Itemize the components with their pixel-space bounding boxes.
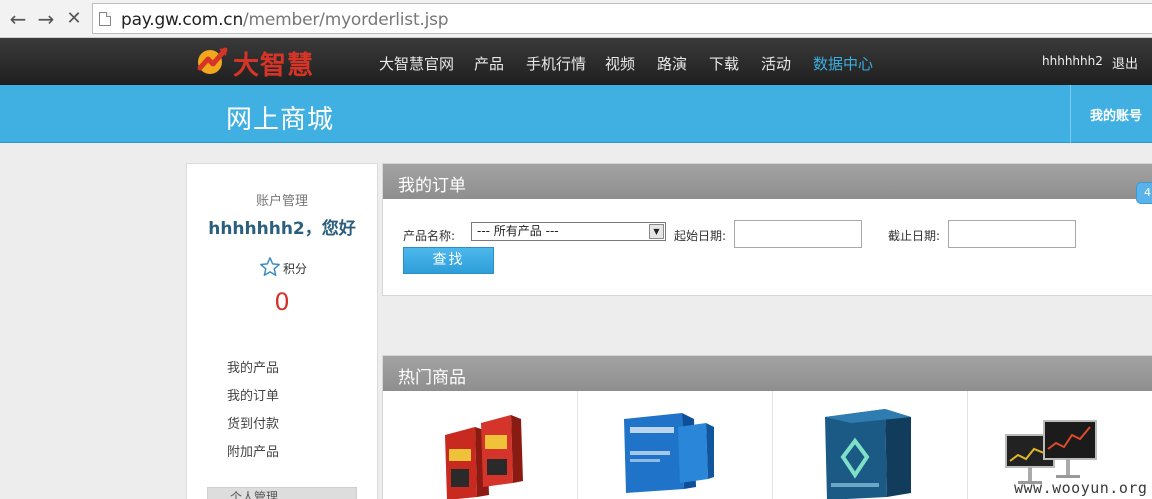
points-value: 0 xyxy=(274,288,290,316)
my-account-link[interactable]: 我的账号 xyxy=(1090,105,1142,124)
hot-products-header: 热门商品 xyxy=(383,356,1152,391)
start-date-label: 起始日期: xyxy=(674,229,727,243)
software-box-teal-image xyxy=(825,409,911,499)
hot-products-title: 热门商品 xyxy=(398,368,466,388)
start-date-input[interactable] xyxy=(734,220,862,248)
menu-my-products[interactable]: 我的产品 xyxy=(227,357,279,376)
page-icon xyxy=(99,12,111,26)
logo[interactable]: 大智慧 xyxy=(193,42,333,81)
dropdown-arrow-icon[interactable]: ▼ xyxy=(649,224,664,239)
end-date-label: 截止日期: xyxy=(888,229,941,243)
menu-cash-on-delivery[interactable]: 货到付款 xyxy=(227,413,279,432)
software-box-blue-image xyxy=(624,413,714,493)
software-box-red-image xyxy=(445,415,523,499)
product-select-value: --- 所有产品 --- xyxy=(477,224,559,238)
logo-text: 大智慧 xyxy=(233,51,315,81)
logout-link[interactable]: 退出 xyxy=(1112,53,1138,72)
shop-banner: 网上商城 我的账号 xyxy=(0,85,1152,143)
nav-official-site[interactable]: 大智慧官网 xyxy=(379,53,454,74)
hot-products-panel: 热门商品 xyxy=(382,355,1152,499)
account-management-title: 账户管理 xyxy=(255,194,308,209)
star-icon xyxy=(260,257,280,276)
account-sidebar: 账户管理 hhhhhhh2，您好 积分 0 我的产品 我的订单 货到付款 附加产… xyxy=(186,163,378,499)
my-orders-panel: 我的订单 产品名称: --- 所有产品 --- ▼ 起始日期: 截止日期: 查找 xyxy=(382,163,1152,296)
product-select[interactable]: --- 所有产品 --- ▼ xyxy=(471,222,666,241)
personal-management-heading: 个人管理 xyxy=(207,487,357,499)
orders-panel-header: 我的订单 xyxy=(383,164,1152,199)
orders-title: 我的订单 xyxy=(398,176,466,196)
browser-toolbar: ← → ✕ pay.gw.com.cn/member/myorderlist.j… xyxy=(0,0,1152,38)
url-text[interactable]: pay.gw.com.cn/member/myorderlist.jsp xyxy=(121,10,449,30)
watermark: www.wooyun.org xyxy=(1014,479,1148,497)
forward-arrow-icon[interactable]: → xyxy=(36,9,56,29)
product-card[interactable] xyxy=(578,391,773,499)
url-path: /member/myorderlist.jsp xyxy=(243,10,449,30)
nav-download[interactable]: 下载 xyxy=(709,53,739,74)
nav-video[interactable]: 视频 xyxy=(605,53,635,74)
user-greeting: hhhhhhh2，您好 xyxy=(208,219,356,239)
menu-my-orders[interactable]: 我的订单 xyxy=(227,385,279,404)
nav-roadshow[interactable]: 路演 xyxy=(657,53,687,74)
url-host: pay.gw.com.cn xyxy=(121,10,244,30)
product-card[interactable] xyxy=(383,391,578,499)
stop-close-icon[interactable]: ✕ xyxy=(64,9,84,29)
search-button[interactable]: 查找 xyxy=(403,247,494,274)
end-date-input[interactable] xyxy=(948,220,1076,248)
address-bar[interactable]: pay.gw.com.cn/member/myorderlist.jsp xyxy=(92,3,1152,34)
nav-mobile-quotes[interactable]: 手机行情 xyxy=(526,53,586,74)
back-arrow-icon[interactable]: ← xyxy=(8,9,28,29)
banner-divider xyxy=(1070,85,1071,143)
nav-products[interactable]: 产品 xyxy=(474,53,504,74)
nav-events[interactable]: 活动 xyxy=(761,53,791,74)
logo-mark-icon xyxy=(197,47,228,74)
menu-addon-products[interactable]: 附加产品 xyxy=(227,441,279,460)
product-name-label: 产品名称: xyxy=(403,229,456,243)
top-navigation: 大智慧 大智慧官网 产品 手机行情 视频 路演 下载 活动 数据中心 hhhhh… xyxy=(0,38,1152,85)
points-label: 积分 xyxy=(283,262,308,276)
username-link[interactable]: hhhhhhh2 xyxy=(1042,54,1103,68)
product-card[interactable] xyxy=(773,391,968,499)
floating-side-badge[interactable]: 4 xyxy=(1136,182,1152,204)
nav-data-center[interactable]: 数据中心 xyxy=(813,53,873,74)
page-title: 网上商城 xyxy=(226,105,335,135)
